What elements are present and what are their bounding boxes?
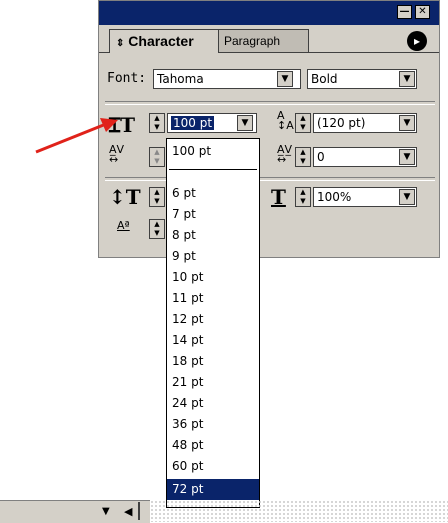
- list-item[interactable]: 100 pt: [167, 141, 259, 162]
- list-item[interactable]: 10 pt: [167, 267, 259, 288]
- list-item[interactable]: 11 pt: [167, 288, 259, 309]
- tab-paragraph-label: Paragraph: [224, 34, 281, 48]
- font-family-value: Tahoma: [157, 72, 204, 86]
- font-label: Font:: [107, 71, 147, 86]
- list-item[interactable]: 60 pt: [167, 456, 259, 477]
- kerning-stepper[interactable]: ▲ ▼: [149, 147, 165, 167]
- palette-menu-icon[interactable]: ▸: [407, 31, 427, 51]
- baseline-shift-icon: Aª: [117, 219, 130, 232]
- list-item-selected[interactable]: 72 pt: [167, 479, 259, 500]
- horizontal-scale-icon: T: [271, 185, 286, 209]
- list-item[interactable]: 7 pt: [167, 204, 259, 225]
- chevron-down-icon[interactable]: ▼: [237, 115, 253, 131]
- annotation-arrow: [35, 118, 118, 154]
- chevron-down-icon[interactable]: ▼: [399, 189, 415, 205]
- size-stepper[interactable]: ▲ ▼: [149, 113, 165, 133]
- palette-title-bar[interactable]: — ✕: [99, 1, 439, 25]
- leading-stepper[interactable]: ▲ ▼: [295, 113, 311, 133]
- list-item[interactable]: 9 pt: [167, 246, 259, 267]
- list-item[interactable]: 36 pt: [167, 414, 259, 435]
- chevron-down-icon[interactable]: ▼: [277, 71, 293, 87]
- close-icon[interactable]: ✕: [415, 5, 430, 19]
- character-palette: — ✕ Paragraph ⇕ Character ▸ Font: Tahoma…: [98, 0, 440, 258]
- font-size-value: 100 pt: [171, 116, 215, 130]
- tab-character-label: Character: [128, 33, 194, 49]
- leading-value: (120 pt): [317, 116, 366, 130]
- list-item[interactable]: 12 pt: [167, 309, 259, 330]
- tab-paragraph[interactable]: Paragraph: [217, 29, 309, 53]
- vertical-scale-stepper[interactable]: ▲ ▼: [149, 187, 165, 207]
- tab-character[interactable]: ⇕ Character: [109, 29, 219, 53]
- chevron-down-icon[interactable]: ▼: [399, 149, 415, 165]
- scroll-left-icon[interactable]: ◀: [124, 505, 132, 518]
- chevron-down-icon[interactable]: ▼: [399, 71, 415, 87]
- list-item[interactable]: 8 pt: [167, 225, 259, 246]
- list-divider: [169, 169, 257, 170]
- chevron-down-icon[interactable]: ▼: [399, 115, 415, 131]
- separator: [105, 101, 435, 105]
- horizontal-scale-value: 100%: [317, 190, 352, 204]
- list-item[interactable]: 24 pt: [167, 393, 259, 414]
- tab-arrows-icon: ⇕: [116, 38, 125, 49]
- tracking-stepper[interactable]: ▲ ▼: [295, 147, 311, 167]
- leading-icon: A ↕A: [277, 109, 294, 132]
- list-item[interactable]: 48 pt: [167, 435, 259, 456]
- scroll-down-icon[interactable]: ▼: [102, 506, 110, 517]
- list-item[interactable]: 18 pt: [167, 351, 259, 372]
- font-style-value: Bold: [311, 72, 338, 86]
- baseline-shift-stepper[interactable]: ▲ ▼: [149, 219, 165, 239]
- tracking-icon: A̲V̲ ↔: [277, 143, 293, 166]
- font-size-dropdown-list[interactable]: 100 pt 6 pt 7 pt 8 pt 9 pt 10 pt 11 pt 1…: [166, 138, 260, 508]
- horizontal-scale-stepper[interactable]: ▲ ▼: [295, 187, 311, 207]
- divider: [138, 502, 140, 520]
- minimize-icon[interactable]: —: [397, 5, 412, 19]
- list-item[interactable]: 21 pt: [167, 372, 259, 393]
- vertical-scale-icon: ↕T: [109, 185, 141, 209]
- tracking-value: 0: [317, 150, 325, 164]
- list-item[interactable]: 6 pt: [167, 183, 259, 204]
- list-item[interactable]: 14 pt: [167, 330, 259, 351]
- canvas-pattern: [150, 500, 448, 522]
- separator: [105, 177, 435, 181]
